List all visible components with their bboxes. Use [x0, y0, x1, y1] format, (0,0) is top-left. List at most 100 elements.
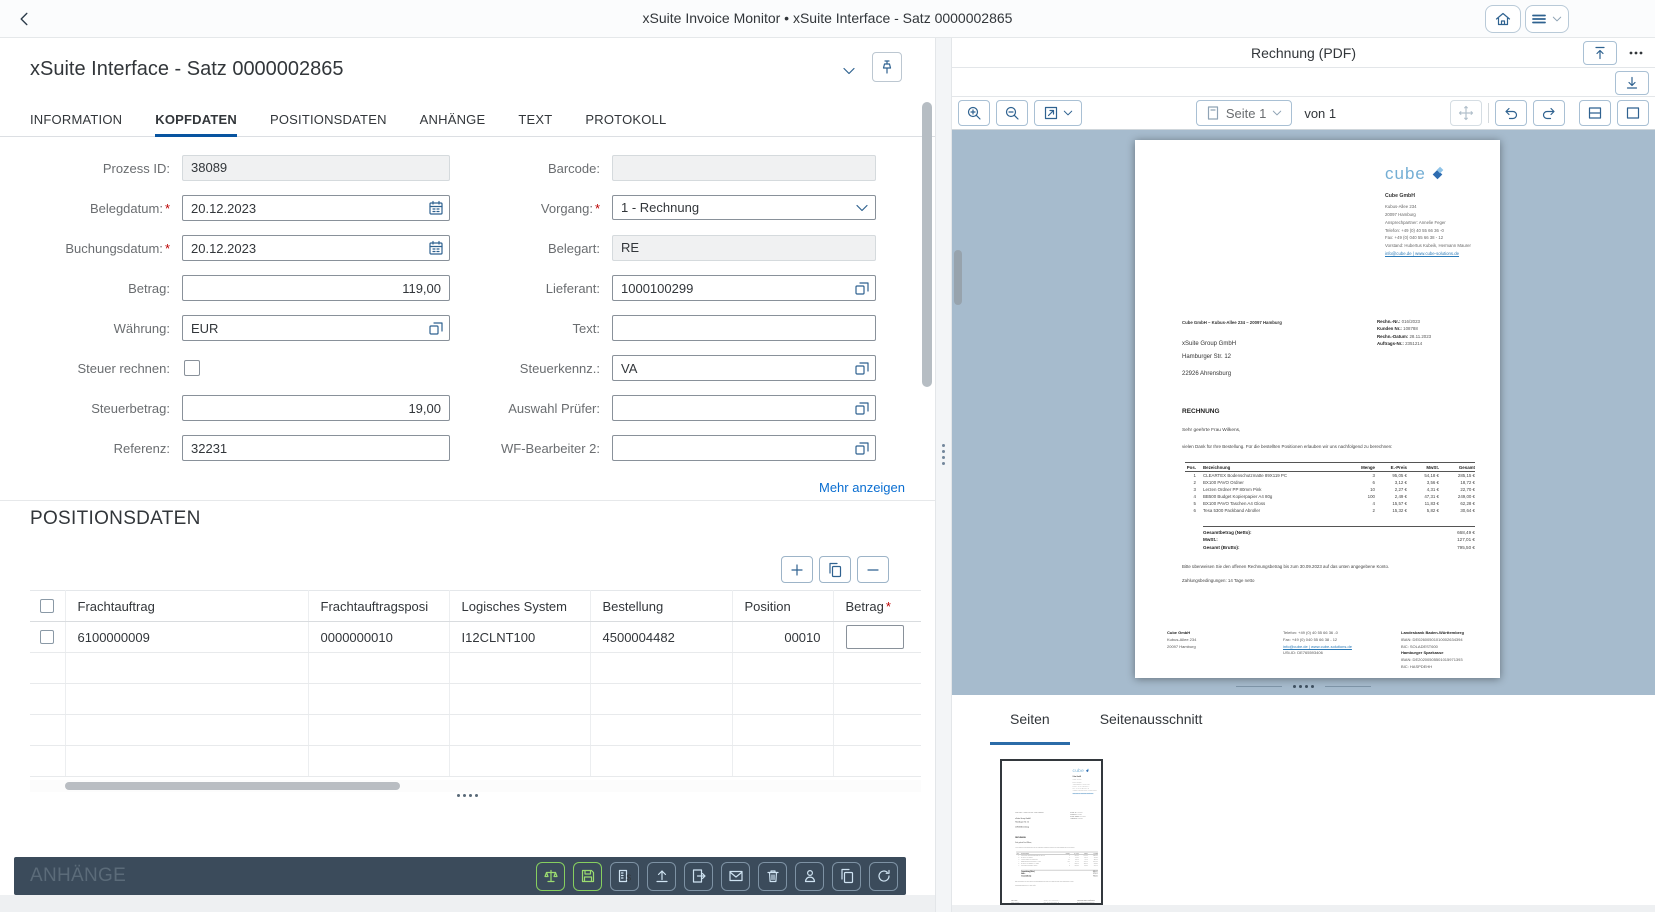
tab-protokoll[interactable]: PROTOKOLL — [585, 104, 666, 137]
field-label: Steuer rechnen: — [0, 361, 170, 376]
copy-row-button[interactable] — [819, 556, 851, 583]
toolbar-separator — [1488, 103, 1489, 123]
cube-diamond-icon — [1085, 768, 1090, 773]
column-header[interactable]: Logisches System — [449, 591, 590, 622]
page-icon — [1205, 105, 1221, 121]
home-button[interactable] — [1485, 5, 1521, 33]
pdf-canvas-area[interactable]: cube Cube GmbH Kubus-Allee 234 20097 Ham… — [952, 130, 1655, 695]
menu-button[interactable] — [1525, 5, 1569, 33]
mehr-anzeigen-link[interactable]: Mehr anzeigen — [819, 480, 905, 495]
email-button[interactable] — [721, 862, 750, 891]
panel-splitter[interactable] — [935, 38, 952, 912]
betrag-cell-input[interactable] — [846, 625, 904, 649]
remove-row-button[interactable] — [857, 556, 889, 583]
rotate-right-button[interactable] — [1533, 100, 1565, 126]
pdf-scrollbar-thumb[interactable] — [954, 250, 962, 305]
text-input[interactable] — [612, 315, 876, 341]
delete-button[interactable] — [758, 862, 787, 891]
steuerbetrag-input[interactable] — [182, 395, 450, 421]
waehrung-input[interactable] — [182, 315, 450, 341]
invoice-heading: RECHNUNG — [1015, 837, 1026, 839]
copy-icon — [839, 868, 855, 884]
thumbnail-frame[interactable]: cube Cube GmbH Kubus-Allee 234 20097 Ham… — [1000, 759, 1103, 905]
field-label: Belegart: — [480, 241, 600, 256]
horizontal-scrollbar[interactable] — [30, 780, 921, 792]
calendar-icon[interactable] — [428, 200, 444, 216]
scrollbar-thumb[interactable] — [65, 782, 400, 790]
redo-arrow-icon — [1541, 105, 1557, 121]
value-help-icon[interactable] — [854, 360, 870, 376]
page-select[interactable]: Seite 1 — [1196, 100, 1292, 126]
refresh-button[interactable] — [869, 862, 898, 891]
fit-width-button[interactable] — [1034, 100, 1082, 126]
zoom-in-button[interactable] — [958, 100, 990, 126]
column-header[interactable]: Betrag* — [833, 591, 921, 622]
column-header[interactable]: Bestellung — [590, 591, 732, 622]
steuerkennz-input[interactable] — [612, 355, 876, 381]
value-help-icon[interactable] — [854, 400, 870, 416]
collapse-header-button[interactable] — [841, 63, 857, 79]
chevron-down-icon — [1062, 107, 1074, 119]
single-page-button[interactable] — [1617, 100, 1649, 126]
tab-seiten[interactable]: Seiten — [990, 695, 1070, 745]
section-resize-grip[interactable] — [0, 794, 935, 797]
vorgang-select[interactable]: 1 - Rechnung — [612, 195, 876, 220]
pan-button[interactable] — [1450, 100, 1482, 126]
save-button[interactable] — [573, 862, 602, 891]
invoice-intro: vielen Dank für Ihre Bestellung. Für die… — [1015, 847, 1074, 848]
chevron-down-icon — [1551, 13, 1563, 25]
left-panel-scrollbar[interactable] — [922, 102, 932, 387]
zoom-out-button[interactable] — [996, 100, 1028, 126]
row-checkbox[interactable] — [40, 630, 54, 644]
split-view-button[interactable] — [1579, 100, 1611, 126]
value-help-icon[interactable] — [854, 440, 870, 456]
tab-text[interactable]: TEXT — [518, 104, 552, 137]
value-help-icon[interactable] — [428, 320, 444, 336]
steuer-rechnen-checkbox[interactable] — [184, 360, 200, 376]
column-header[interactable]: Frachtauftrag — [65, 591, 308, 622]
add-row-button[interactable] — [781, 556, 813, 583]
cell-frachtauftragsposi: 0000000010 — [308, 622, 449, 653]
shell-title: xSuite Invoice Monitor • xSuite Interfac… — [0, 10, 1655, 26]
column-header[interactable]: Frachtauftragsposi — [308, 591, 449, 622]
overflow-menu-button[interactable] — [1623, 42, 1649, 64]
tab-anhaenge[interactable]: ANHÄNGE — [420, 104, 486, 137]
viewer-resize-grip[interactable] — [952, 679, 1655, 693]
tab-kopfdaten[interactable]: KOPFDATEN — [155, 104, 237, 137]
post-button[interactable] — [610, 862, 639, 891]
simulate-button[interactable] — [536, 862, 565, 891]
wf-bearbeiter2-input[interactable] — [612, 435, 876, 461]
betrag-input[interactable] — [182, 275, 450, 301]
invoice-footer-col1: Cube GmbH Kubus-Allee 234 20097 Hamburg — [1167, 630, 1257, 650]
tab-information[interactable]: INFORMATION — [30, 104, 122, 137]
value-help-icon[interactable] — [854, 280, 870, 296]
auswahl-pruefer-input[interactable] — [612, 395, 876, 421]
pin-header-button[interactable] — [872, 52, 902, 82]
expand-viewer-button[interactable] — [1583, 41, 1617, 65]
download-button[interactable] — [1615, 71, 1649, 95]
forward-document-icon — [691, 868, 707, 884]
forward-button[interactable] — [684, 862, 713, 891]
referenz-input[interactable] — [182, 435, 450, 461]
tab-positionsdaten[interactable]: POSITIONSDATEN — [270, 104, 387, 137]
tab-seitenausschnitt[interactable]: Seitenausschnitt — [1080, 695, 1223, 745]
invoice-intro: vielen Dank für Ihre Bestellung. Für die… — [1182, 444, 1392, 449]
cube-diamond-icon — [1429, 166, 1446, 183]
field-label: Referenz: — [0, 441, 170, 456]
viewer-header: Rechnung (PDF) — [952, 38, 1655, 68]
calendar-icon[interactable] — [428, 240, 444, 256]
lieferant-input[interactable] — [612, 275, 876, 301]
buchungsdatum-input[interactable] — [182, 235, 450, 261]
belegdatum-input[interactable] — [182, 195, 450, 221]
invoice-meta: Rechn.-Nr.: 016/2023 Kunden Nr.: 108788 … — [1377, 318, 1431, 348]
upload-button[interactable] — [647, 862, 676, 891]
table-row[interactable]: 6100000009 0000000010 I12CLNT100 4500004… — [30, 622, 921, 653]
page-title: xSuite Interface - Satz 0000002865 — [30, 58, 344, 81]
select-all-checkbox[interactable] — [40, 599, 54, 613]
column-header[interactable]: Position — [732, 591, 833, 622]
assign-user-button[interactable] — [795, 862, 824, 891]
invoice-salutation: Sehr geehrte Frau Wilkens, — [1015, 842, 1031, 843]
rotate-left-button[interactable] — [1495, 100, 1527, 126]
copy-document-button[interactable] — [832, 862, 861, 891]
hamburger-icon — [1531, 11, 1547, 27]
